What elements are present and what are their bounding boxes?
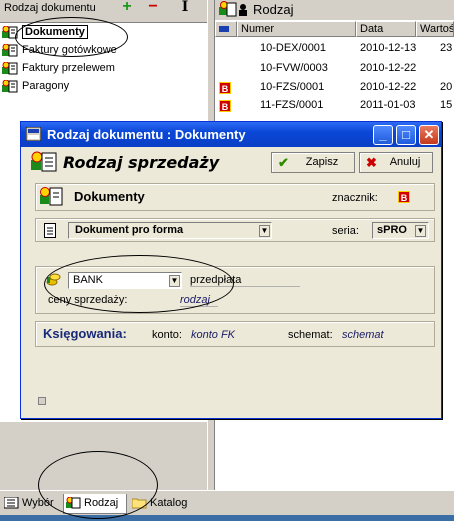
tree-item-paragony[interactable]: Paragony — [0, 77, 207, 95]
add-button[interactable]: + — [117, 0, 137, 16]
row-value: 20 — [440, 81, 453, 93]
account-value[interactable]: konto FK — [191, 329, 235, 341]
status-checkbox[interactable] — [38, 397, 46, 405]
table-row[interactable]: B 10-FZS/0001 2010-12-22 20 — [215, 78, 454, 96]
prices-label: ceny sprzedaży: — [48, 294, 128, 306]
cancel-button-label: Anuluj — [389, 156, 421, 168]
coins-icon — [46, 273, 61, 286]
document-stack-icon — [66, 497, 81, 509]
payment-method-select[interactable]: BANK ▼ — [68, 272, 182, 289]
cross-icon: ✖ — [366, 155, 377, 170]
cancel-button[interactable]: ✖ Anuluj — [359, 152, 433, 173]
tree-item-label: Paragony — [22, 80, 70, 92]
table-row[interactable]: 10-FVW/0003 2010-12-22 — [215, 59, 454, 77]
row-date: 2010-12-22 — [360, 81, 417, 93]
list-icon — [4, 497, 19, 509]
dialog-body: Rodzaj sprzedaży ✔ Zapisz ✖ Anuluj Dokum… — [25, 149, 437, 415]
row-number: 10-FVW/0003 — [260, 62, 328, 74]
row-date: 2011-01-03 — [360, 99, 416, 111]
series-value: sPRO — [377, 224, 407, 236]
status-badge: B — [219, 100, 231, 112]
tab-rodzaj[interactable]: Rodzaj — [63, 494, 127, 514]
chevron-down-icon[interactable]: ▼ — [415, 225, 426, 237]
tab-wybor[interactable]: Wybór — [2, 494, 62, 514]
postings-panel: Księgowania: konto: konto FK schemat: sc… — [35, 321, 435, 347]
document-people-icon — [219, 1, 247, 17]
chevron-down-icon[interactable]: ▼ — [169, 275, 180, 287]
right-panel-title: Rodzaj — [253, 2, 294, 17]
tab-label: Katalog — [150, 497, 188, 509]
close-button[interactable]: ✕ — [419, 125, 439, 145]
row-number: 10-FZS/0001 — [260, 81, 325, 93]
row-date: 2010-12-22 — [360, 62, 417, 74]
dialog-header-title: Rodzaj sprzedaży — [63, 153, 220, 172]
status-column-icon — [219, 26, 229, 32]
tree-item-dokumenty[interactable]: Dokumenty — [0, 23, 207, 41]
row-value: 23 — [440, 42, 453, 54]
scheme-value[interactable]: schemat — [342, 329, 384, 341]
save-button-label: Zapisz — [305, 156, 339, 168]
maximize-button[interactable]: □ — [396, 125, 416, 145]
document-type-dialog: Rodzaj dokumentu : Dokumenty _ □ ✕ Rodza… — [20, 121, 442, 419]
right-panel-header: Rodzaj — [215, 0, 454, 20]
tree-item-label: Faktury przelewem — [22, 62, 115, 74]
folder-icon — [132, 498, 147, 509]
tree-item-label: Faktury gotówkowe — [22, 44, 117, 56]
checkmark-icon: ✔ — [278, 155, 289, 170]
column-header-status[interactable] — [215, 21, 237, 37]
chevron-down-icon[interactable]: ▼ — [259, 225, 270, 237]
document-stack-icon — [2, 62, 18, 75]
prepayment-field[interactable]: przedpłata — [190, 274, 300, 287]
row-number: 11-FZS/0001 — [260, 99, 324, 111]
save-button[interactable]: ✔ Zapisz — [271, 152, 355, 173]
scheme-label: schemat: — [288, 329, 333, 341]
tree-item-label: Dokumenty — [22, 25, 88, 39]
prices-value[interactable]: rodzaj — [180, 294, 218, 307]
document-type-select[interactable]: Dokument pro forma ▼ — [68, 222, 272, 239]
document-stack-icon — [40, 187, 63, 206]
document-type-panel-row: Dokument pro forma ▼ seria: sPRO ▼ — [35, 218, 435, 242]
tab-label: Wybór — [22, 497, 54, 509]
dialog-title: Rodzaj dokumentu : Dokumenty — [47, 127, 246, 142]
column-header-numer[interactable]: Numer — [237, 21, 356, 37]
document-stack-icon — [31, 151, 57, 172]
taskbar-strip — [0, 515, 454, 521]
dialog-titlebar[interactable]: Rodzaj dokumentu : Dokumenty _ □ ✕ — [21, 122, 441, 147]
column-header-wartosc[interactable]: Wartoś — [416, 21, 454, 37]
tab-katalog[interactable]: Katalog — [130, 494, 200, 514]
column-header-data[interactable]: Data — [356, 21, 416, 37]
row-number: 10-DEX/0001 — [260, 42, 327, 54]
dialog-header: Rodzaj sprzedaży ✔ Zapisz ✖ Anuluj — [31, 150, 433, 174]
document-icon — [44, 223, 56, 238]
tab-label: Rodzaj — [84, 497, 119, 509]
document-stack-icon — [2, 80, 18, 93]
edit-cursor-icon[interactable]: I — [175, 0, 195, 16]
document-name-panel: Dokumenty znacznik: B — [35, 183, 435, 211]
row-date: 2010-12-13 — [360, 42, 417, 54]
marker-label: znacznik: — [332, 192, 378, 204]
table-row[interactable]: B 11-FZS/0001 2011-01-03 15 — [215, 96, 454, 114]
table-row[interactable]: 10-DEX/0001 2010-12-13 23 — [215, 39, 454, 57]
tree-item-faktury-przelewem[interactable]: Faktury przelewem — [0, 59, 207, 77]
status-badge: B — [219, 82, 231, 94]
account-label: konto: — [152, 329, 182, 341]
left-toolbar: Rodzaj dokumentu + − I — [0, 0, 207, 20]
series-label: seria: — [332, 225, 359, 237]
document-type-value: Dokument pro forma — [75, 224, 184, 236]
document-name[interactable]: Dokumenty — [74, 189, 145, 204]
document-stack-icon — [2, 26, 18, 39]
tree-item-faktury-gotowkowe[interactable]: Faktury gotówkowe — [0, 41, 207, 59]
series-select[interactable]: sPRO ▼ — [372, 222, 429, 239]
postings-label: Księgowania: — [43, 326, 127, 341]
row-value: 15 — [440, 99, 453, 111]
column-headers: Numer Data Wartoś — [215, 21, 454, 37]
remove-button[interactable]: − — [143, 0, 163, 16]
marker-badge[interactable]: B — [398, 191, 410, 203]
panel-title: Rodzaj dokumentu — [4, 2, 96, 14]
minimize-button[interactable]: _ — [373, 125, 393, 145]
payment-panel: BANK ▼ przedpłata ceny sprzedaży: rodzaj — [35, 266, 435, 314]
document-stack-icon — [2, 44, 18, 57]
payment-method-value: BANK — [73, 274, 103, 286]
app-icon — [26, 127, 41, 141]
